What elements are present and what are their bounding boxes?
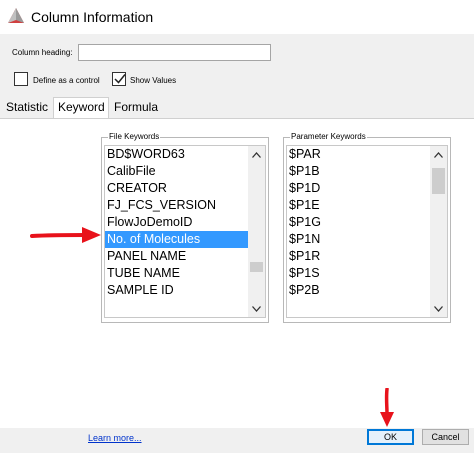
list-item[interactable]: $P1N (287, 231, 430, 248)
show-values-checkbox[interactable] (112, 72, 126, 86)
file-keywords-title: File Keywords (108, 132, 161, 141)
scroll-up-icon[interactable] (430, 146, 447, 163)
file-keywords-group: File Keywords BD$WORD63 CalibFile CREATO… (101, 132, 269, 323)
tab-strip: Statistic Keyword Formula (0, 97, 474, 118)
parameter-keywords-scrollbar[interactable] (430, 146, 447, 317)
list-item[interactable]: $P1S (287, 265, 430, 282)
list-item[interactable]: $P2B (287, 282, 430, 299)
parameter-keywords-title: Parameter Keywords (290, 132, 367, 141)
app-icon (8, 8, 24, 23)
file-keywords-scrollbar[interactable] (248, 146, 265, 317)
keyword-panel: File Keywords BD$WORD63 CalibFile CREATO… (0, 118, 474, 428)
annotation-arrow (380, 388, 394, 427)
check-icon (114, 74, 126, 84)
list-item[interactable]: TUBE NAME (105, 265, 248, 282)
list-item[interactable]: PANEL NAME (105, 248, 248, 265)
scroll-up-icon[interactable] (248, 146, 265, 163)
column-heading-input[interactable] (78, 44, 271, 61)
list-item[interactable]: SAMPLE ID (105, 282, 248, 299)
list-item[interactable]: FJ_FCS_VERSION (105, 197, 248, 214)
file-keywords-list[interactable]: BD$WORD63 CalibFile CREATOR FJ_FCS_VERSI… (104, 145, 266, 318)
scroll-down-icon[interactable] (248, 300, 265, 317)
list-item[interactable]: $P1E (287, 197, 430, 214)
list-item[interactable]: CREATOR (105, 180, 248, 197)
parameter-keywords-group: Parameter Keywords $PAR $P1B $P1D $P1E $… (283, 132, 451, 323)
show-values-label: Show Values (130, 76, 177, 85)
column-heading-label: Column heading: (12, 48, 73, 57)
tab-formula[interactable]: Formula (110, 98, 162, 118)
list-item[interactable]: $P1B (287, 163, 430, 180)
annotation-arrow (30, 227, 101, 243)
define-as-control-checkbox[interactable] (14, 72, 28, 86)
learn-more-link[interactable]: Learn more... (88, 433, 142, 443)
footer-bar: Learn more... OK Cancel (0, 428, 474, 453)
cancel-button[interactable]: Cancel (422, 429, 469, 445)
ok-button[interactable]: OK (367, 429, 414, 445)
list-item-selected[interactable]: No. of Molecules (105, 231, 248, 248)
window-title: Column Information (31, 9, 154, 25)
list-item[interactable]: $P1D (287, 180, 430, 197)
list-item[interactable]: FlowJoDemoID (105, 214, 248, 231)
list-item[interactable]: $P1R (287, 248, 430, 265)
scroll-thumb[interactable] (432, 168, 445, 194)
title-bar: Column Information (0, 0, 474, 34)
tab-statistic[interactable]: Statistic (2, 98, 52, 118)
parameter-keywords-list[interactable]: $PAR $P1B $P1D $P1E $P1G $P1N $P1R $P1S … (286, 145, 448, 318)
list-item[interactable]: $P1G (287, 214, 430, 231)
list-item[interactable]: BD$WORD63 (105, 146, 248, 163)
define-as-control-label: Define as a control (33, 76, 100, 85)
list-item[interactable]: CalibFile (105, 163, 248, 180)
tab-keyword[interactable]: Keyword (53, 97, 109, 118)
list-item[interactable]: $PAR (287, 146, 430, 163)
scroll-thumb[interactable] (250, 262, 263, 272)
scroll-down-icon[interactable] (430, 300, 447, 317)
